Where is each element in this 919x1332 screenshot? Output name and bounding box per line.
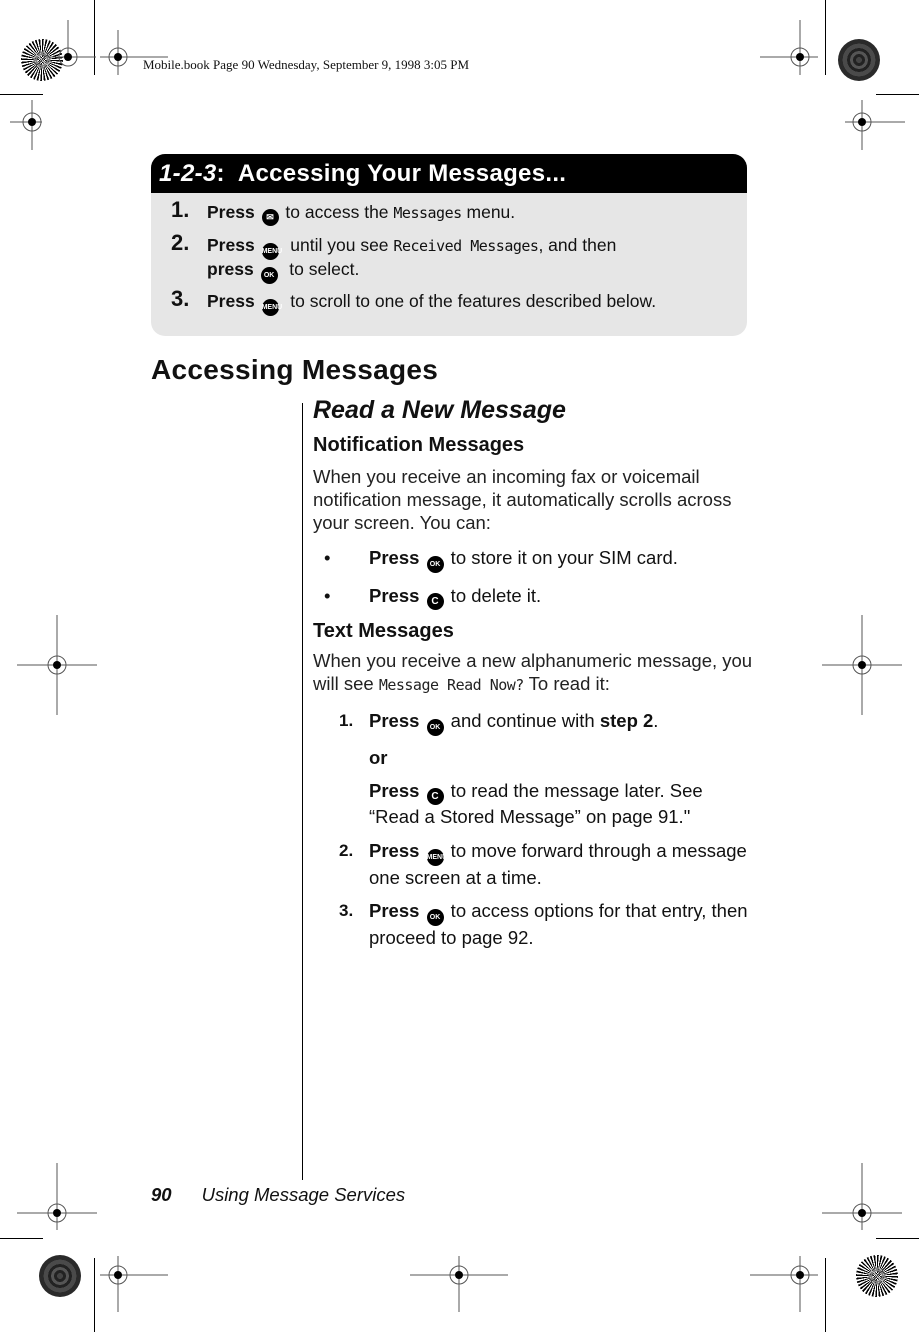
notification-heading: Notification Messages [313, 434, 525, 456]
press-label: Press [369, 840, 420, 861]
bullet-item: • Press OK to store it on your SIM card. [313, 546, 753, 573]
main-column: Read a New Message Notification Messages… [313, 396, 753, 949]
ok-key-icon: OK [426, 909, 444, 926]
column-rule [302, 403, 303, 1180]
page-footer: 90 Using Message Services [151, 1184, 405, 1206]
or-separator: or [313, 746, 753, 769]
text-messages-heading: Text Messages [313, 620, 454, 642]
crosshair-icon [845, 100, 905, 150]
display-text: Message Read Now? [378, 676, 525, 694]
step-text: to move forward through a message one sc… [369, 840, 747, 888]
text-messages-body: When you receive a new alphanumeric mess… [313, 649, 753, 697]
step-text: and continue with [445, 710, 600, 731]
step-number: 3. [171, 286, 190, 311]
crosshair-icon [822, 1163, 902, 1230]
step-text: to access options for that entry, then p… [369, 900, 748, 948]
quick-steps-box: 1-2-3 : Accessing Your Messages... 1. Pr… [151, 154, 747, 336]
step-number: 3. [339, 901, 354, 920]
step-number: 2. [339, 841, 354, 860]
crosshair-icon [50, 20, 96, 67]
step-text: to select. [279, 259, 360, 279]
step-number: 1. [339, 711, 354, 730]
step-text: to read the message later. See “Read a S… [369, 780, 703, 827]
step-number: 1. [171, 197, 190, 222]
press-label: Press [369, 780, 420, 801]
step-number: 2. [171, 230, 190, 255]
crosshair-icon [10, 100, 42, 150]
press-label: Press [369, 900, 420, 921]
menu-key-icon: MENU [426, 849, 447, 866]
press-label: Press [207, 235, 255, 255]
bullet-text: to store it on your SIM card. [445, 547, 678, 568]
quick-steps-title-prefix: 1-2-3 [159, 159, 217, 187]
chapter-title: Using Message Services [201, 1184, 406, 1205]
notification-body: When you receive an incoming fax or voic… [313, 466, 732, 533]
page-number: 90 [151, 1184, 172, 1205]
ok-key-icon: OK [426, 719, 444, 736]
step-text: . [653, 710, 659, 731]
menu-key-icon: MENU [261, 299, 282, 316]
crosshair-icon [17, 1163, 97, 1230]
body-text: To read it: [523, 673, 610, 694]
display-text: Messages [393, 204, 462, 222]
numbered-step: 2. Press MENU to move forward through a … [313, 839, 753, 889]
message-key-icon: ✉ [261, 209, 279, 226]
quick-steps-title: 1-2-3 : Accessing Your Messages... [151, 154, 747, 193]
press-label: Press [207, 291, 255, 311]
subsection-title: Read a New Message [313, 396, 566, 424]
step-text: , and then [538, 235, 617, 255]
step-text: to access the [280, 202, 394, 222]
crosshair-icon [410, 1256, 508, 1312]
ok-key-icon: OK [260, 267, 278, 284]
numbered-step: 3. Press OK to access options for that e… [313, 899, 753, 949]
quick-steps-title-text: : Accessing Your Messages... [216, 159, 567, 187]
step-text: to scroll to one of the features describ… [280, 291, 657, 311]
print-header: Mobile.book Page 90 Wednesday, September… [143, 57, 470, 72]
bullet-text: to delete it. [445, 585, 542, 606]
crosshair-icon [750, 1256, 818, 1312]
ok-key-icon: OK [426, 556, 444, 573]
press-label: Press [369, 710, 420, 731]
press-label: Press [369, 547, 420, 568]
numbered-step-alt: Press C to read the message later. See “… [313, 779, 753, 828]
or-label: or [369, 747, 388, 768]
clear-key-icon: C [426, 593, 444, 610]
crosshair-icon [100, 1256, 168, 1312]
crosshair-icon [760, 20, 818, 75]
section-title: Accessing Messages [151, 354, 439, 385]
step-reference: step 2 [599, 710, 654, 731]
numbered-step: 1. Press OK and continue with step 2. [313, 709, 753, 736]
press-label: Press [369, 585, 420, 606]
display-text: Received Messages [393, 237, 539, 255]
step-text: until you see [280, 235, 394, 255]
bullet-icon: • [324, 585, 331, 606]
press-label: Press [207, 202, 255, 222]
bullet-icon: • [324, 547, 331, 568]
clear-key-icon: C [426, 788, 444, 805]
step-text: menu. [461, 202, 516, 222]
press-label: press [207, 259, 254, 279]
bullet-item: • Press C to delete it. [313, 584, 753, 610]
